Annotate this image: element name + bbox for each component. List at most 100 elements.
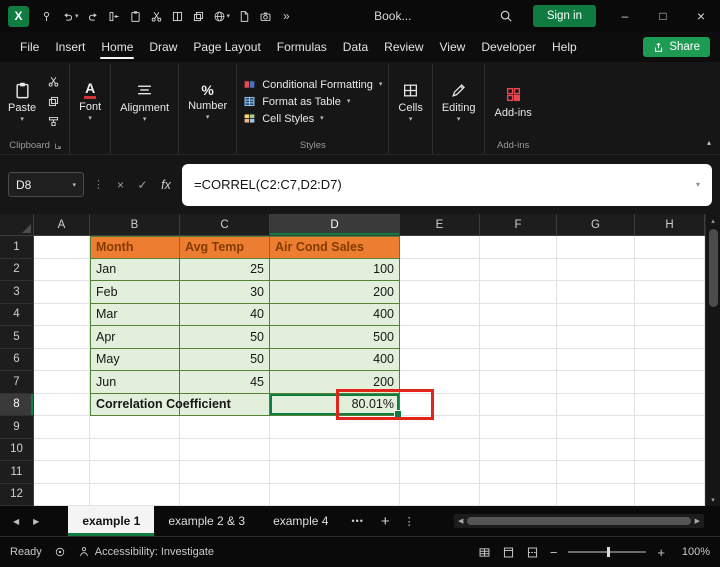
hscroll-thumb[interactable] bbox=[467, 517, 690, 525]
menu-item-help[interactable]: Help bbox=[544, 32, 585, 62]
row-header-1[interactable]: 1 bbox=[0, 236, 34, 259]
sheet-tab-example-2-3[interactable]: example 2 & 3 bbox=[154, 506, 259, 536]
cell-F4[interactable] bbox=[480, 304, 557, 327]
cell-A9[interactable] bbox=[34, 416, 90, 439]
cell-D4[interactable]: 400 bbox=[270, 304, 400, 327]
cell-C1[interactable]: Avg Temp bbox=[180, 236, 270, 259]
cell-B5[interactable]: Apr bbox=[90, 326, 180, 349]
confirm-entry-icon[interactable]: ✓ bbox=[135, 178, 150, 192]
cell-H2[interactable] bbox=[635, 259, 705, 282]
sheet-nav-left-icon[interactable]: ◀ bbox=[6, 517, 26, 526]
cell-F8[interactable] bbox=[480, 394, 557, 417]
row-header-5[interactable]: 5 bbox=[0, 326, 34, 349]
cell-D12[interactable] bbox=[270, 484, 400, 507]
share-button[interactable]: Share bbox=[643, 37, 710, 57]
row-header-7[interactable]: 7 bbox=[0, 371, 34, 394]
cell-G9[interactable] bbox=[557, 416, 635, 439]
cell-A3[interactable] bbox=[34, 281, 90, 304]
cell-A1[interactable] bbox=[34, 236, 90, 259]
cell-A2[interactable] bbox=[34, 259, 90, 282]
close-button[interactable]: × bbox=[682, 0, 720, 32]
cell-G7[interactable] bbox=[557, 371, 635, 394]
hscroll-left-icon[interactable]: ◀ bbox=[458, 517, 463, 525]
format-as-table-button[interactable]: Format as Table ▾ bbox=[243, 95, 382, 108]
column-header-A[interactable]: A bbox=[34, 214, 90, 236]
column-header-D[interactable]: D bbox=[270, 214, 400, 236]
document-icon[interactable] bbox=[234, 3, 255, 29]
cell-F6[interactable] bbox=[480, 349, 557, 372]
cell-H12[interactable] bbox=[635, 484, 705, 507]
cell-F5[interactable] bbox=[480, 326, 557, 349]
cell-E5[interactable] bbox=[400, 326, 480, 349]
menu-item-review[interactable]: Review bbox=[376, 32, 431, 62]
column-header-C[interactable]: C bbox=[180, 214, 270, 236]
page-layout-view-icon[interactable] bbox=[502, 546, 515, 559]
formula-input[interactable]: =CORREL(C2:C7,D2:D7) ▾ bbox=[182, 164, 712, 206]
menu-item-home[interactable]: Home bbox=[93, 32, 141, 62]
cell-E1[interactable] bbox=[400, 236, 480, 259]
sheet-tab-example-1[interactable]: example 1 bbox=[68, 506, 154, 536]
cell-D2[interactable]: 100 bbox=[270, 259, 400, 282]
alignment-dropdown-button[interactable]: Alignment ▾ bbox=[117, 80, 172, 123]
cell-H8[interactable] bbox=[635, 394, 705, 417]
cell-G12[interactable] bbox=[557, 484, 635, 507]
cell-G8[interactable] bbox=[557, 394, 635, 417]
cell-D5[interactable]: 500 bbox=[270, 326, 400, 349]
maximize-button[interactable]: □ bbox=[644, 0, 682, 32]
excel-logo-icon[interactable]: X bbox=[8, 6, 29, 27]
cell-D3[interactable]: 200 bbox=[270, 281, 400, 304]
cell-C10[interactable] bbox=[180, 439, 270, 462]
column-header-B[interactable]: B bbox=[90, 214, 180, 236]
cell-H9[interactable] bbox=[635, 416, 705, 439]
menu-item-page-layout[interactable]: Page Layout bbox=[185, 32, 268, 62]
menu-item-file[interactable]: File bbox=[12, 32, 47, 62]
copy-button[interactable] bbox=[43, 94, 63, 109]
cell-F10[interactable] bbox=[480, 439, 557, 462]
cell-H6[interactable] bbox=[635, 349, 705, 372]
macro-record-icon[interactable] bbox=[54, 546, 66, 558]
cells-dropdown-button[interactable]: Cells ▾ bbox=[395, 80, 425, 123]
globe-icon[interactable]: ▾ bbox=[209, 3, 235, 29]
cell-H5[interactable] bbox=[635, 326, 705, 349]
format-painter-button[interactable] bbox=[43, 114, 63, 129]
cell-C2[interactable]: 25 bbox=[180, 259, 270, 282]
cell-A7[interactable] bbox=[34, 371, 90, 394]
cell-B12[interactable] bbox=[90, 484, 180, 507]
cell-A4[interactable] bbox=[34, 304, 90, 327]
cell-H7[interactable] bbox=[635, 371, 705, 394]
zoom-out-button[interactable]: − bbox=[550, 545, 558, 560]
cell-B4[interactable]: Mar bbox=[90, 304, 180, 327]
cell-A5[interactable] bbox=[34, 326, 90, 349]
cell-C3[interactable]: 30 bbox=[180, 281, 270, 304]
cell-D11[interactable] bbox=[270, 461, 400, 484]
cell-F2[interactable] bbox=[480, 259, 557, 282]
zoom-level[interactable]: 100% bbox=[676, 546, 710, 558]
cell-C7[interactable]: 45 bbox=[180, 371, 270, 394]
new-sheet-button[interactable]: + bbox=[373, 513, 398, 530]
number-dropdown-button[interactable]: % Number ▾ bbox=[185, 82, 230, 121]
camera-icon[interactable] bbox=[255, 3, 276, 29]
redo-icon[interactable] bbox=[83, 3, 104, 29]
sheet-nav-right-icon[interactable]: ▶ bbox=[26, 517, 46, 526]
cell-C4[interactable]: 40 bbox=[180, 304, 270, 327]
name-box[interactable]: D8 ▾ bbox=[8, 172, 84, 197]
cell-G2[interactable] bbox=[557, 259, 635, 282]
column-header-G[interactable]: G bbox=[557, 214, 635, 236]
cell-C9[interactable] bbox=[180, 416, 270, 439]
clipboard-icon[interactable] bbox=[125, 3, 146, 29]
cell-B2[interactable]: Jan bbox=[90, 259, 180, 282]
vscroll-thumb[interactable] bbox=[709, 229, 718, 307]
row-header-8[interactable]: 8 bbox=[0, 394, 34, 417]
cell-A8[interactable] bbox=[34, 394, 90, 417]
cell-H3[interactable] bbox=[635, 281, 705, 304]
cell-G5[interactable] bbox=[557, 326, 635, 349]
insert-function-icon[interactable]: fx bbox=[157, 178, 175, 192]
more-sheets-icon[interactable]: ••• bbox=[342, 516, 372, 526]
zoom-slider-thumb[interactable] bbox=[607, 547, 610, 557]
sheet-tab-example-4[interactable]: example 4 bbox=[259, 506, 342, 536]
cell-F1[interactable] bbox=[480, 236, 557, 259]
cell-E4[interactable] bbox=[400, 304, 480, 327]
cell-G1[interactable] bbox=[557, 236, 635, 259]
cell-A11[interactable] bbox=[34, 461, 90, 484]
normal-view-icon[interactable] bbox=[478, 546, 491, 559]
